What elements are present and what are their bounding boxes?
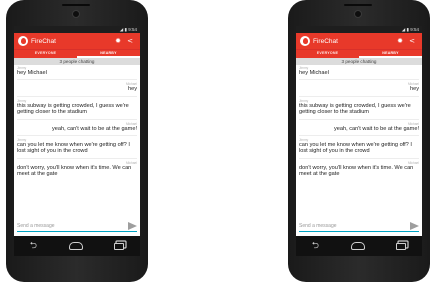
- app-bar: FireChat ✹ <: [296, 33, 422, 49]
- compose-row: [17, 221, 137, 232]
- tab-nearby[interactable]: NEARBY: [77, 50, 140, 58]
- signal-icon: ◢: [119, 28, 124, 33]
- message-item: Michael yeah, can't wait to be at the ga…: [17, 118, 137, 132]
- message-input[interactable]: [299, 223, 408, 229]
- message-item: Jimmy hey Michael: [299, 66, 419, 76]
- status-bar: ◢ ▮ 9:54: [296, 26, 422, 33]
- message-text: can you let me know when we're getting o…: [17, 142, 130, 155]
- back-icon[interactable]: ⮌: [312, 241, 319, 251]
- message-text: can you let me know when we're getting o…: [299, 142, 412, 155]
- message-item: Michael don't worry, you'll know when it…: [299, 157, 419, 178]
- status-bar: ◢ ▮ 9:54: [14, 26, 140, 33]
- tab-bar: EVERYONE NEARBY: [14, 49, 140, 58]
- share-icon[interactable]: <: [124, 37, 136, 45]
- message-text: don't worry, you'll know when it's time.…: [299, 164, 414, 178]
- message-item: Jimmy can you let me know when we're get…: [299, 135, 419, 155]
- send-icon[interactable]: [128, 222, 137, 230]
- message-item: Jimmy this subway is getting crowded, I …: [299, 95, 419, 116]
- message-item: Michael yeah, can't wait to be at the ga…: [299, 118, 419, 132]
- signal-icon: ◢: [401, 28, 406, 33]
- tab-everyone[interactable]: EVERYONE: [296, 50, 359, 58]
- message-item: Jimmy this subway is getting crowded, I …: [17, 95, 137, 116]
- message-item: Jimmy hey Michael: [17, 66, 137, 76]
- app-title: FireChat: [31, 37, 56, 45]
- phone-screen: ◢ ▮ 9:54 FireChat ✹ < EVERYONE NEARBY 3 …: [14, 26, 140, 256]
- battery-icon: ▮: [406, 28, 409, 33]
- message-text: this subway is getting crowded, I guess …: [299, 102, 411, 116]
- phone-right: ◢ ▮ 9:54 FireChat ✹ < EVERYONE NEARBY 3 …: [288, 0, 430, 282]
- message-item: Michael hey: [17, 79, 137, 92]
- home-icon[interactable]: [350, 242, 365, 250]
- settings-icon[interactable]: ✹: [394, 37, 406, 45]
- compose-row: [299, 221, 419, 232]
- firechat-logo-icon: [300, 36, 310, 46]
- tab-everyone[interactable]: EVERYONE: [14, 50, 77, 58]
- message-item: Michael don't worry, you'll know when it…: [17, 157, 137, 178]
- home-icon[interactable]: [68, 242, 83, 250]
- front-camera: [354, 10, 362, 18]
- message-text: this subway is getting crowded, I guess …: [17, 102, 129, 116]
- nav-bar: ⮌: [296, 236, 422, 256]
- tab-nearby[interactable]: NEARBY: [359, 50, 422, 58]
- app-bar: FireChat ✹ <: [14, 33, 140, 49]
- message-list[interactable]: Jimmy hey Michael Michael hey Jimmy this…: [296, 65, 422, 178]
- firechat-logo-icon: [18, 36, 28, 46]
- recent-apps-icon[interactable]: [396, 242, 407, 250]
- front-camera: [72, 10, 80, 18]
- settings-icon[interactable]: ✹: [112, 37, 124, 45]
- recent-apps-icon[interactable]: [114, 242, 125, 250]
- back-icon[interactable]: ⮌: [30, 241, 37, 251]
- earpiece: [344, 4, 372, 6]
- earpiece: [62, 4, 90, 6]
- send-icon[interactable]: [410, 222, 419, 230]
- message-item: Jimmy can you let me know when we're get…: [17, 135, 137, 155]
- message-text: hey: [127, 86, 137, 93]
- nav-bar: ⮌: [14, 236, 140, 256]
- message-input[interactable]: [17, 223, 126, 229]
- message-text: hey Michael: [299, 70, 329, 76]
- app-title: FireChat: [313, 37, 338, 45]
- tab-bar: EVERYONE NEARBY: [296, 49, 422, 58]
- status-time: 9:54: [128, 27, 137, 32]
- phone-left: ◢ ▮ 9:54 FireChat ✹ < EVERYONE NEARBY 3 …: [6, 0, 148, 282]
- chatting-count: 3 people chatting: [296, 58, 422, 65]
- message-text: yeah, can't wait to be at the game!: [333, 125, 419, 132]
- battery-icon: ▮: [124, 28, 127, 33]
- chatting-count: 3 people chatting: [14, 58, 140, 65]
- message-text: hey Michael: [17, 70, 47, 76]
- message-text: yeah, can't wait to be at the game!: [51, 125, 137, 132]
- message-text: don't worry, you'll know when it's time.…: [17, 164, 132, 178]
- share-icon[interactable]: <: [406, 37, 418, 45]
- message-list[interactable]: Jimmy hey Michael Michael hey Jimmy this…: [14, 65, 140, 178]
- phone-screen: ◢ ▮ 9:54 FireChat ✹ < EVERYONE NEARBY 3 …: [296, 26, 422, 256]
- message-item: Michael hey: [299, 79, 419, 92]
- message-text: hey: [409, 86, 419, 93]
- status-time: 9:54: [410, 27, 419, 32]
